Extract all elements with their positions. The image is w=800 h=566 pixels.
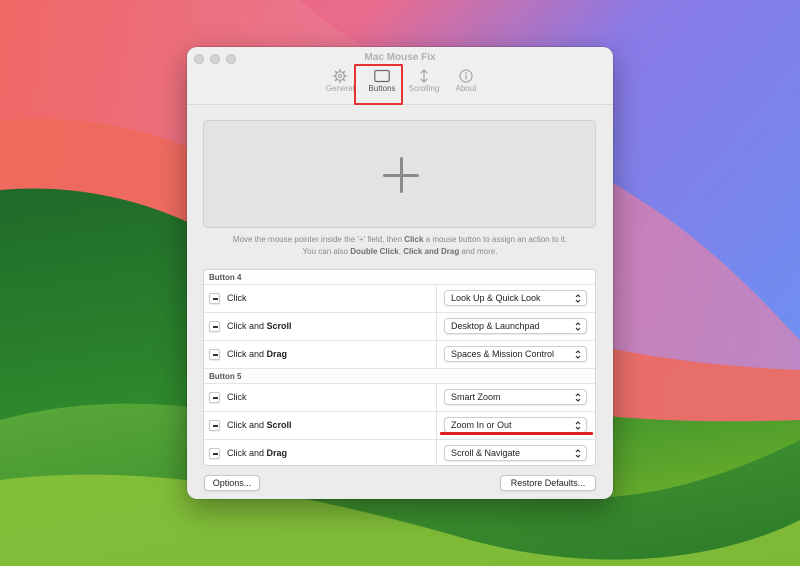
options-button[interactable]: Options... (204, 475, 260, 491)
button-actions-table: Button 4 Click Look Up & Quick Look Clic… (203, 269, 596, 466)
chevron-up-down-icon (575, 294, 581, 303)
mouse-buttons-icon (374, 69, 390, 83)
chevron-up-down-icon (575, 393, 581, 402)
table-row: Click and Scroll Desktop & Launchpad (204, 313, 595, 341)
vertical-arrows-icon (420, 69, 428, 83)
trigger-label: Click and Drag (227, 349, 288, 359)
window-title: Mac Mouse Fix (364, 52, 436, 63)
action-popup-value: Look Up & Quick Look (451, 293, 541, 303)
instructions-text: Move the mouse pointer inside the '+' fi… (232, 235, 568, 256)
action-popup-value: Smart Zoom (451, 392, 501, 402)
remove-row-button[interactable] (209, 420, 220, 431)
action-popup[interactable]: Smart Zoom (444, 389, 587, 405)
action-popup[interactable]: Look Up & Quick Look (444, 290, 587, 306)
group-header-button-4: Button 4 (204, 270, 595, 285)
gear-icon (333, 69, 347, 83)
remove-row-button[interactable] (209, 321, 220, 332)
trigger-label: Click and Scroll (227, 420, 292, 430)
tab-about[interactable]: About (445, 69, 487, 93)
chevron-up-down-icon (575, 449, 581, 458)
trigger-label: Click and Drag (227, 448, 288, 458)
action-popup-value: Spaces & Mission Control (451, 349, 555, 359)
tab-buttons[interactable]: Buttons (361, 69, 403, 93)
tab-buttons-label: Buttons (368, 84, 396, 93)
table-row: Click Smart Zoom (204, 384, 595, 412)
chevron-up-down-icon (575, 421, 581, 430)
action-popup[interactable]: Zoom In or Out (444, 417, 587, 433)
chevron-up-down-icon (575, 322, 581, 331)
table-row: Click and Drag Spaces & Mission Control (204, 341, 595, 369)
restore-defaults-button[interactable]: Restore Defaults... (500, 475, 596, 491)
tab-general-label: General (325, 84, 355, 93)
action-popup[interactable]: Desktop & Launchpad (444, 318, 587, 334)
action-popup-value: Zoom In or Out (451, 420, 512, 430)
tab-scrolling[interactable]: Scrolling (403, 69, 445, 93)
preferences-toolbar: General Buttons Scrolling About (319, 69, 487, 93)
remove-row-button[interactable] (209, 392, 220, 403)
remove-row-button[interactable] (209, 293, 220, 304)
tab-scrolling-label: Scrolling (408, 84, 440, 93)
info-icon (459, 69, 473, 83)
action-popup-value: Desktop & Launchpad (451, 321, 540, 331)
chevron-up-down-icon (575, 350, 581, 359)
tab-about-label: About (455, 84, 477, 93)
add-trigger-field[interactable] (203, 120, 596, 228)
table-row: Click Look Up & Quick Look (204, 285, 595, 313)
group-header-button-5: Button 5 (204, 369, 595, 384)
mac-mouse-fix-window: Mac Mouse Fix General Buttons Scrolling … (187, 47, 613, 499)
table-row: Click and Drag Scroll & Navigate (204, 440, 595, 465)
remove-row-button[interactable] (209, 448, 220, 459)
table-row: Click and Scroll Zoom In or Out (204, 412, 595, 440)
trigger-label: Click (227, 392, 247, 402)
remove-row-button[interactable] (209, 349, 220, 360)
action-popup[interactable]: Spaces & Mission Control (444, 346, 587, 362)
action-popup-value: Scroll & Navigate (451, 448, 521, 458)
tab-general[interactable]: General (319, 69, 361, 93)
title-bar: Mac Mouse Fix General Buttons Scrolling … (187, 47, 613, 105)
action-popup[interactable]: Scroll & Navigate (444, 445, 587, 461)
trigger-label: Click and Scroll (227, 321, 292, 331)
trigger-label: Click (227, 293, 247, 303)
